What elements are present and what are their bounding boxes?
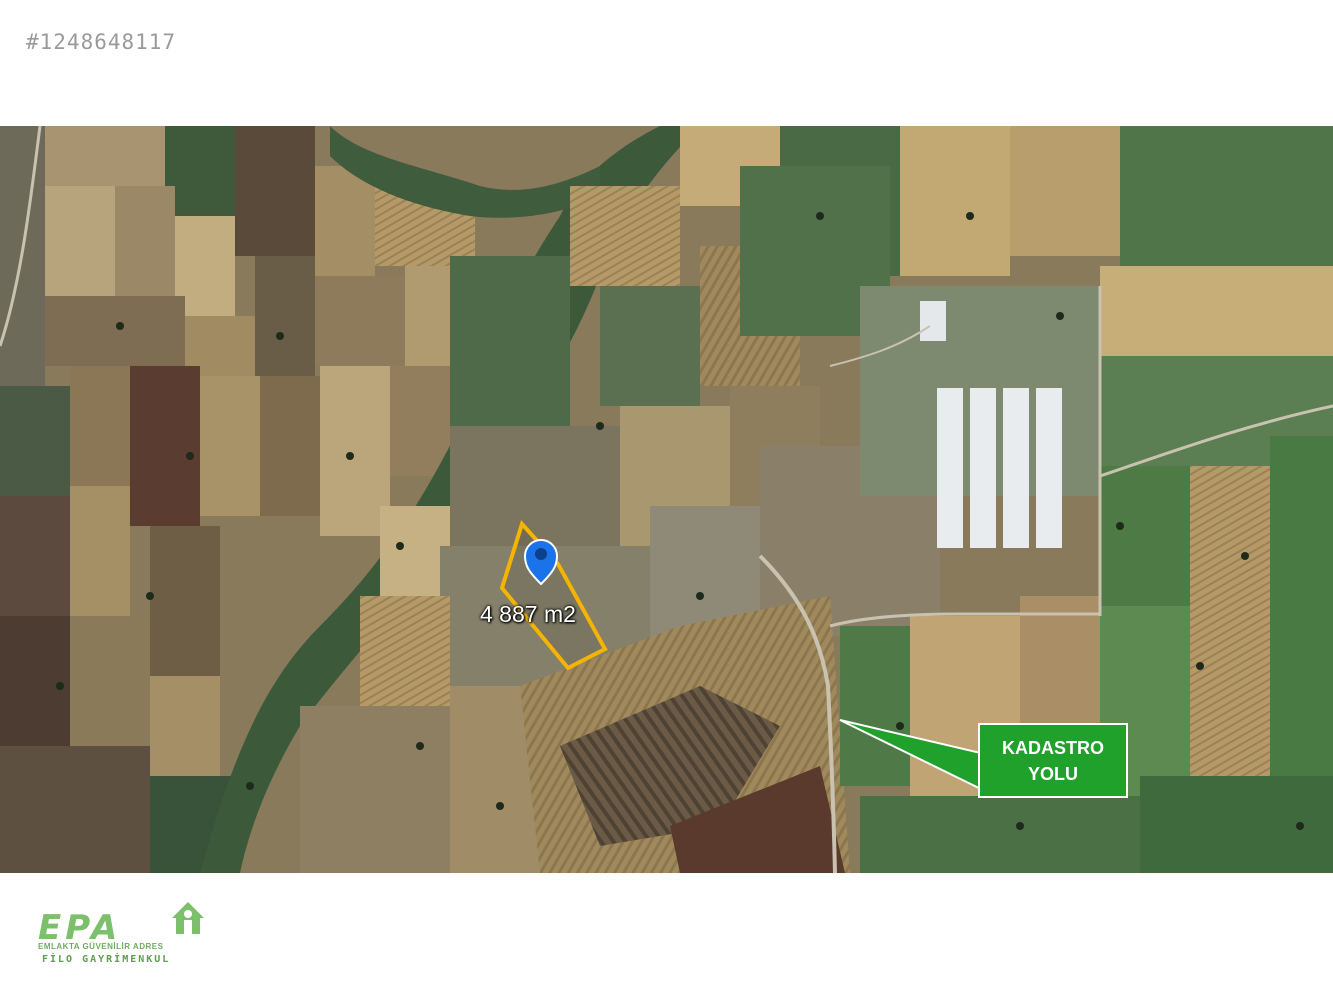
callout-line-2: YOLU xyxy=(1027,763,1078,784)
company-logo: EPA EMLAKTA GÜVENİLİR ADRES FİLO GAYRİME… xyxy=(38,900,218,972)
parcel-area-label: 4 887 m2 xyxy=(480,601,576,627)
callout-line-1: KADASTRO xyxy=(1002,737,1104,758)
road-callout: KADASTRO YOLU xyxy=(978,723,1128,798)
house-icon xyxy=(172,902,204,934)
satellite-map[interactable]: 4 887 m2 KADASTRO YOLU xyxy=(0,126,1333,873)
logo-company-name: FİLO GAYRİMENKUL xyxy=(42,954,171,965)
map-imagery xyxy=(0,126,1333,873)
logo-tagline: EMLAKTA GÜVENİLİR ADRES xyxy=(38,942,164,951)
listing-id: #1248648117 xyxy=(26,30,177,54)
